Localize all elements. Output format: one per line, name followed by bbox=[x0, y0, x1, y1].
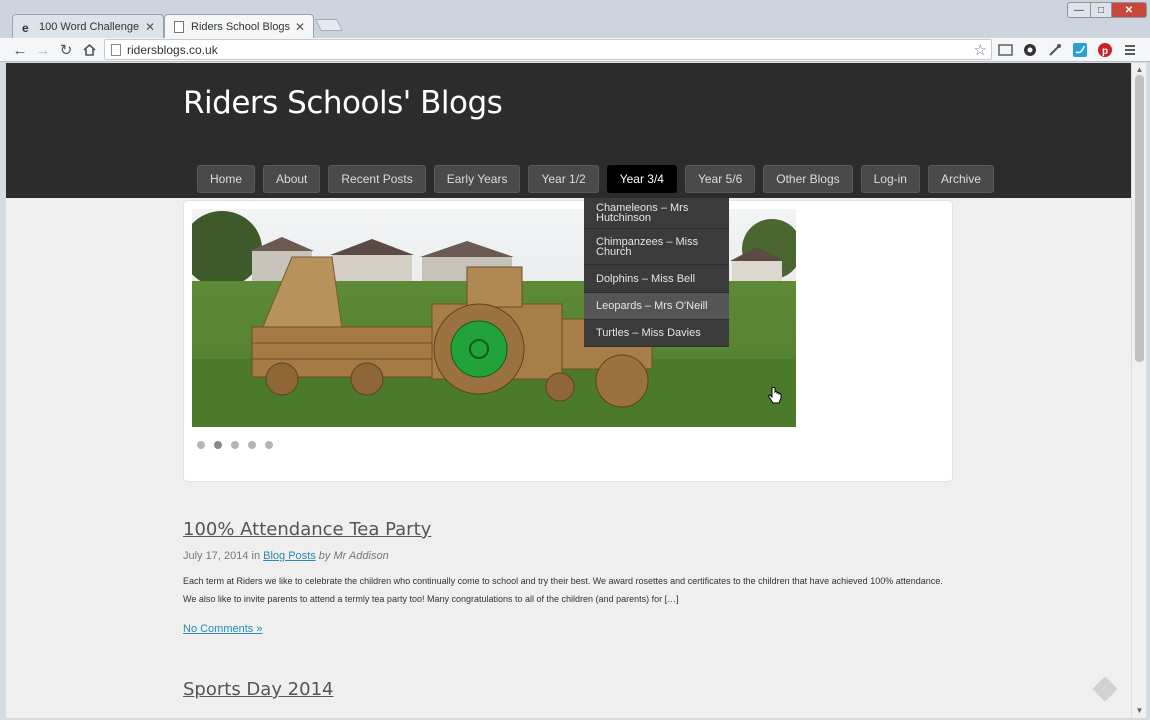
scrollbar-thumb[interactable] bbox=[1135, 75, 1144, 362]
dropdown-item-turtles[interactable]: Turtles – Miss Davies bbox=[584, 320, 729, 347]
browser-titlebar: e 100 Word Challenge - Cre ✕ Riders Scho… bbox=[0, 0, 1150, 38]
eyedropper-icon[interactable] bbox=[1046, 41, 1064, 59]
dropdown-item-dolphins[interactable]: Dolphins – Miss Bell bbox=[584, 265, 729, 293]
close-tab-icon[interactable]: ✕ bbox=[295, 20, 305, 34]
page-viewport: Riders Schools' Blogs Home About Recent … bbox=[6, 63, 1131, 718]
post-attendance: 100% Attendance Tea Party July 17, 2014 … bbox=[183, 519, 953, 637]
nav-year-1-2[interactable]: Year 1/2 bbox=[528, 165, 599, 193]
main-nav: Home About Recent Posts Early Years Year… bbox=[197, 165, 1002, 193]
site-title[interactable]: Riders Schools' Blogs bbox=[183, 85, 503, 121]
new-tab-button[interactable] bbox=[315, 19, 343, 31]
ie-icon: e bbox=[21, 21, 33, 33]
page-scrollbar[interactable]: ▲ ▼ bbox=[1131, 63, 1146, 718]
post-title[interactable]: Sports Day 2014 bbox=[183, 679, 953, 700]
dropdown-item-chimpanzees[interactable]: Chimpanzees – Miss Church bbox=[584, 229, 729, 265]
dropdown-item-label-line2: Church bbox=[596, 245, 632, 258]
forward-arrow-icon[interactable]: → bbox=[33, 40, 53, 60]
maximize-button[interactable]: □ bbox=[1090, 2, 1112, 18]
post-comments-link[interactable]: No Comments » bbox=[183, 623, 262, 635]
close-tab-icon[interactable]: ✕ bbox=[145, 20, 155, 34]
nav-log-in[interactable]: Log-in bbox=[860, 165, 920, 193]
nav-about[interactable]: About bbox=[263, 165, 321, 193]
minimize-button[interactable]: — bbox=[1067, 2, 1091, 18]
slider-dot-4[interactable] bbox=[248, 441, 256, 449]
address-bar[interactable]: ridersblogs.co.uk ☆ bbox=[104, 39, 992, 60]
scroll-to-top-icon[interactable] bbox=[1092, 676, 1118, 702]
settings-extension-icon[interactable] bbox=[1021, 41, 1039, 59]
page-icon bbox=[173, 20, 185, 33]
post-date: July 17, 2014 bbox=[183, 550, 249, 562]
dropdown-item-label: Turtles – Miss Davies bbox=[596, 327, 701, 339]
post-author: by Mr Addison bbox=[318, 550, 389, 562]
slider-dot-1[interactable] bbox=[197, 441, 205, 449]
year-3-4-dropdown: Chameleons – Mrs Hutchinson Chimpanzees –… bbox=[584, 198, 729, 347]
back-arrow-icon[interactable]: ← bbox=[10, 40, 30, 60]
tab-riders-school-blogs[interactable]: Riders School Blogs ✕ bbox=[164, 14, 314, 38]
dropdown-item-label-line2: Hutchinson bbox=[596, 212, 652, 224]
post-in-label: in bbox=[251, 550, 261, 562]
nav-year-5-6[interactable]: Year 5/6 bbox=[684, 165, 756, 193]
twitter-icon[interactable] bbox=[1071, 41, 1089, 59]
dropdown-item-leopards[interactable]: Leopards – Mrs O'Neill bbox=[584, 293, 729, 320]
tab-100-word-challenge[interactable]: e 100 Word Challenge - Cre ✕ bbox=[12, 14, 164, 38]
nav-home[interactable]: Home bbox=[197, 165, 256, 193]
dropdown-item-chameleons[interactable]: Chameleons – Mrs Hutchinson bbox=[584, 198, 729, 229]
nav-early-years[interactable]: Early Years bbox=[433, 165, 521, 193]
cast-icon[interactable] bbox=[996, 41, 1014, 59]
dropdown-item-label: Dolphins – Miss Bell bbox=[596, 272, 696, 285]
hand-cursor-icon bbox=[768, 387, 782, 404]
post-excerpt: Each term at Riders we like to celebrate… bbox=[183, 576, 943, 604]
slider-dots bbox=[197, 441, 282, 449]
nav-other-blogs[interactable]: Other Blogs bbox=[763, 165, 853, 193]
slider-dot-3[interactable] bbox=[231, 441, 239, 449]
slider-dot-2[interactable] bbox=[214, 441, 222, 449]
tab-title: Riders School Blogs bbox=[191, 20, 291, 33]
tab-title: 100 Word Challenge - Cre bbox=[39, 20, 141, 33]
home-icon[interactable] bbox=[79, 40, 99, 60]
nav-recent-posts[interactable]: Recent Posts bbox=[328, 165, 426, 193]
site-header: Riders Schools' Blogs Home About Recent … bbox=[6, 63, 1131, 198]
scroll-down-icon[interactable]: ▼ bbox=[1134, 706, 1145, 716]
post-meta: July 17, 2014 in Blog Posts by Mr Addiso… bbox=[183, 550, 953, 562]
svg-text:e: e bbox=[22, 21, 29, 33]
dropdown-item-label: Leopards – Mrs O'Neill bbox=[596, 300, 708, 312]
browser-toolbar: ← → ↻ ridersblogs.co.uk ☆ p bbox=[0, 38, 1150, 62]
image-slider bbox=[183, 200, 953, 482]
svg-text:p: p bbox=[1102, 46, 1108, 57]
menu-icon[interactable] bbox=[1121, 41, 1139, 59]
page-icon bbox=[111, 43, 121, 56]
post-category-link[interactable]: Blog Posts bbox=[263, 550, 316, 562]
nav-archive[interactable]: Archive bbox=[927, 165, 994, 193]
url-text: ridersblogs.co.uk bbox=[127, 42, 218, 57]
pinterest-icon[interactable]: p bbox=[1096, 41, 1114, 59]
nav-year-3-4[interactable]: Year 3/4 bbox=[606, 165, 677, 193]
scroll-up-icon[interactable]: ▲ bbox=[1134, 65, 1145, 75]
post-title[interactable]: 100% Attendance Tea Party bbox=[183, 519, 953, 540]
reload-icon[interactable]: ↻ bbox=[56, 40, 76, 60]
post-sports-day: Sports Day 2014 bbox=[183, 679, 953, 700]
window-close-button[interactable]: ✕ bbox=[1111, 2, 1147, 18]
bookmark-star-icon[interactable]: ☆ bbox=[974, 41, 987, 59]
slider-dot-5[interactable] bbox=[265, 441, 273, 449]
